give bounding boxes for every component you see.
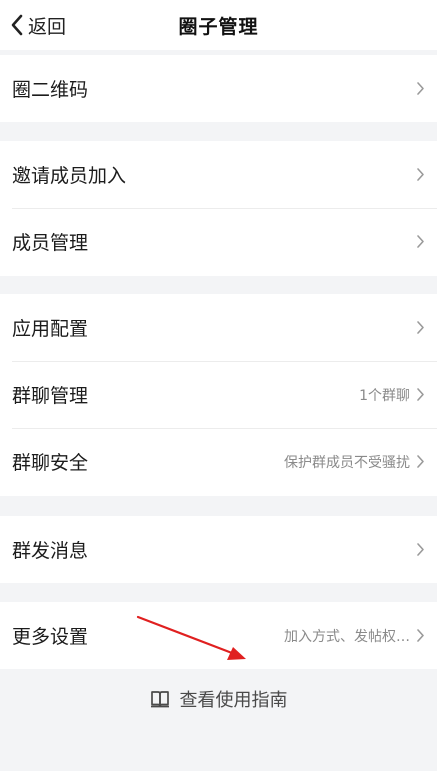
row-circle-qrcode[interactable]: 圈二维码	[0, 55, 437, 122]
page-title: 圈子管理	[178, 16, 259, 38]
row-label: 群聊管理	[12, 385, 89, 407]
chevron-right-icon	[416, 387, 425, 402]
row-broadcast-message[interactable]: 群发消息	[0, 516, 437, 583]
row-label: 成员管理	[12, 232, 89, 254]
row-label: 应用配置	[12, 318, 89, 340]
row-right: 1个群聊	[359, 385, 425, 405]
row-right	[416, 167, 425, 182]
section-apps-groups: 应用配置 群聊管理 1个群聊 群聊安全 保护群成员不受骚扰	[0, 294, 437, 496]
view-guide-link[interactable]: 查看使用指南	[0, 686, 437, 712]
group-chat-count: 1个群聊	[359, 387, 410, 404]
row-label: 群发消息	[12, 540, 89, 562]
row-more-settings[interactable]: 更多设置 加入方式、发帖权…	[0, 602, 437, 669]
row-app-config[interactable]: 应用配置	[0, 294, 437, 361]
row-label: 邀请成员加入	[12, 165, 127, 187]
row-member-management[interactable]: 成员管理	[0, 208, 437, 275]
row-right	[416, 234, 425, 249]
book-icon	[150, 690, 170, 708]
chevron-right-icon	[416, 234, 425, 249]
section-broadcast: 群发消息	[0, 516, 437, 583]
section-qrcode: 圈二维码	[0, 55, 437, 122]
chevron-right-icon	[416, 81, 425, 96]
more-settings-description: 加入方式、发帖权…	[284, 628, 410, 645]
security-description: 保护群成员不受骚扰	[284, 454, 410, 471]
row-group-chat-management[interactable]: 群聊管理 1个群聊	[0, 361, 437, 428]
section-more: 更多设置 加入方式、发帖权…	[0, 602, 437, 669]
row-invite-members[interactable]: 邀请成员加入	[0, 141, 437, 208]
row-label: 更多设置	[12, 626, 89, 648]
chevron-right-icon	[416, 454, 425, 469]
chevron-right-icon	[416, 167, 425, 182]
chevron-right-icon	[416, 542, 425, 557]
chevron-right-icon	[416, 320, 425, 335]
row-right	[416, 542, 425, 557]
guide-label: 查看使用指南	[179, 690, 288, 711]
row-right	[416, 81, 425, 96]
nav-bar: 返回 圈子管理	[0, 0, 437, 50]
row-label: 群聊安全	[12, 452, 89, 474]
row-right: 加入方式、发帖权…	[284, 626, 425, 646]
row-group-chat-security[interactable]: 群聊安全 保护群成员不受骚扰	[0, 428, 437, 495]
row-right: 保护群成员不受骚扰	[284, 452, 425, 472]
chevron-right-icon	[416, 628, 425, 643]
row-right	[416, 320, 425, 335]
row-label: 圈二维码	[12, 79, 89, 101]
section-members: 邀请成员加入 成员管理	[0, 141, 437, 276]
